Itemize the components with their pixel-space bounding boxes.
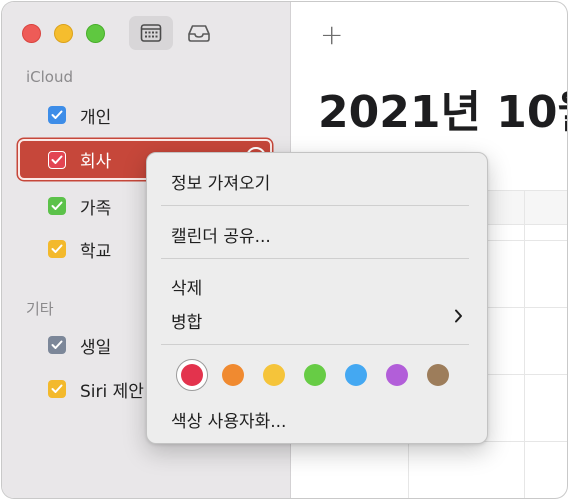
grid-column-divider <box>524 190 525 498</box>
menu-item-delete[interactable]: 삭제 <box>171 274 202 299</box>
menu-item-get-info[interactable]: 정보 가져오기 <box>171 169 270 194</box>
other-section-label: 기타 <box>26 300 54 318</box>
inbox-button[interactable] <box>177 16 221 50</box>
checkbox-siri-suggestions[interactable] <box>48 380 66 398</box>
minimize-window-button[interactable] <box>54 24 73 43</box>
checkbox-personal[interactable] <box>48 106 66 124</box>
calendar-list-button[interactable] <box>129 16 173 50</box>
menu-item-custom-color[interactable]: 색상 사용자화... <box>171 407 286 432</box>
checkbox-family[interactable] <box>48 197 66 215</box>
icloud-section-label: iCloud <box>26 68 74 86</box>
checkbox-work[interactable] <box>48 150 66 169</box>
month-title: 2021년 10월 <box>318 87 567 138</box>
checkmark-icon <box>51 155 63 164</box>
color-swatch-yellow[interactable] <box>263 364 285 386</box>
close-window-button[interactable] <box>22 24 41 43</box>
color-swatch-brown[interactable] <box>427 364 449 386</box>
calendar-context-menu: 정보 가져오기 캘린더 공유... 삭제 병합 색상 사용자화... <box>146 152 488 444</box>
calendar-label: 개인 <box>80 107 112 128</box>
color-swatch-green[interactable] <box>304 364 326 386</box>
color-swatch-orange[interactable] <box>222 364 244 386</box>
chevron-right-icon <box>455 309 462 323</box>
color-swatch-purple[interactable] <box>386 364 408 386</box>
calendar-label: Siri 제안 <box>80 381 144 402</box>
checkmark-icon <box>51 384 63 393</box>
calendar-window: iCloud 개인 회사 가족 학교 기타 생일 Siri 제안 + 2021년… <box>2 2 567 498</box>
menu-item-share-calendar[interactable]: 캘린더 공유... <box>171 222 271 247</box>
calendar-icon <box>140 24 162 42</box>
menu-item-merge[interactable]: 병합 <box>171 308 202 333</box>
zoom-window-button[interactable] <box>86 24 105 43</box>
checkmark-icon <box>51 244 63 253</box>
checkmark-icon <box>51 110 63 119</box>
checkbox-school[interactable] <box>48 240 66 258</box>
color-swatch-red[interactable] <box>181 364 203 386</box>
inbox-icon <box>188 25 210 42</box>
add-event-button[interactable]: + <box>320 18 343 51</box>
menu-separator <box>161 344 469 345</box>
calendar-item-personal[interactable]: 개인 <box>18 95 270 135</box>
color-swatch-blue[interactable] <box>345 364 367 386</box>
calendar-label: 가족 <box>80 198 112 219</box>
checkmark-icon <box>51 201 63 210</box>
checkmark-icon <box>51 340 63 349</box>
calendar-label: 생일 <box>80 337 112 358</box>
calendar-label: 회사 <box>80 152 112 172</box>
menu-separator <box>161 205 469 206</box>
calendar-label: 학교 <box>80 241 112 262</box>
checkbox-birthdays[interactable] <box>48 336 66 354</box>
menu-separator <box>161 258 469 259</box>
